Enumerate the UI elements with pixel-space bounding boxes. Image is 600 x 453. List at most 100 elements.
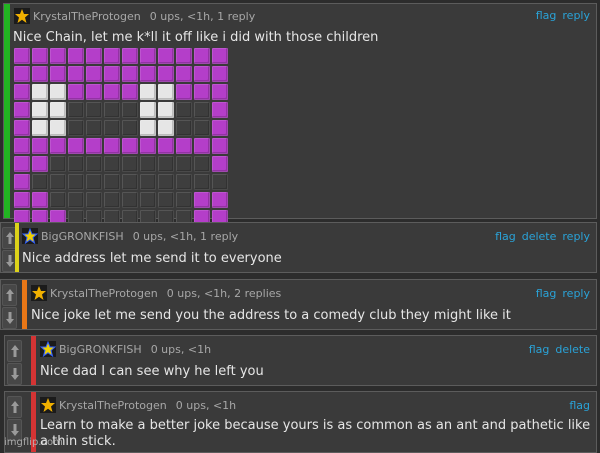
user-avatar[interactable]: [14, 8, 30, 24]
pixel-cell: [194, 156, 210, 172]
reply-link[interactable]: reply: [562, 230, 590, 243]
user-avatar[interactable]: [40, 397, 56, 413]
user-avatar[interactable]: [39, 340, 57, 358]
username-link[interactable]: KrystalTheProtogen: [59, 399, 167, 412]
pixel-cell: [50, 120, 66, 136]
pixel-cell: [122, 66, 138, 82]
comment-text: Nice Chain, let me k*ll it off like i di…: [13, 30, 379, 45]
pixel-cell: [68, 138, 84, 154]
pixel-cell: [104, 156, 120, 172]
arrow-up-icon: [10, 401, 19, 413]
pixel-cell: [14, 84, 30, 100]
pixel-cell: [176, 120, 192, 136]
pixel-cell: [176, 192, 192, 208]
pixel-cell: [86, 84, 102, 100]
pixel-cell: [140, 174, 156, 190]
flag-link[interactable]: flag: [536, 9, 557, 22]
thread-bar-orange: [22, 280, 27, 329]
comment-actions: flag delete: [523, 343, 590, 356]
pixel-cell: [194, 48, 210, 64]
pixel-cell: [194, 66, 210, 82]
comment-text: Nice dad I can see why he left you: [40, 364, 264, 379]
pixel-art-image: [14, 48, 228, 226]
pixel-cell: [104, 174, 120, 190]
username-link[interactable]: BigGRONKFISH: [59, 343, 142, 356]
pixel-cell: [32, 84, 48, 100]
pixel-cell: [122, 84, 138, 100]
pixel-cell: [158, 156, 174, 172]
pixel-cell: [32, 174, 48, 190]
comment-4: BigGRONKFISH 0 ups, <1h flag delete Nice …: [4, 335, 597, 386]
pixel-cell: [122, 102, 138, 118]
pixel-cell: [50, 174, 66, 190]
comment-1: KrystalTheProtogen 0 ups, <1h, 1 reply f…: [3, 3, 597, 226]
comment-header: KrystalTheProtogen 0 ups, <1h, 2 replies: [31, 285, 281, 301]
pixel-cell: [212, 66, 228, 82]
imgflip-watermark: imgflip.com: [4, 437, 63, 448]
downvote-button[interactable]: [7, 363, 22, 385]
comment-3: KrystalTheProtogen 0 ups, <1h, 2 replies…: [0, 279, 597, 330]
arrow-down-icon: [5, 255, 14, 267]
delete-link[interactable]: delete: [522, 230, 557, 243]
pixel-cell: [32, 120, 48, 136]
username-link[interactable]: BigGRONKFISH: [41, 230, 124, 243]
upvote-button[interactable]: [7, 340, 22, 362]
pixel-cell: [212, 48, 228, 64]
pixel-cell: [140, 66, 156, 82]
upvote-button[interactable]: [2, 284, 17, 306]
pixel-cell: [50, 102, 66, 118]
pixel-cell: [14, 66, 30, 82]
pixel-cell: [176, 84, 192, 100]
pixel-cell: [212, 120, 228, 136]
username-link[interactable]: KrystalTheProtogen: [50, 287, 158, 300]
flag-link[interactable]: flag: [495, 230, 516, 243]
flag-link[interactable]: flag: [536, 287, 557, 300]
pixel-cell: [14, 174, 30, 190]
pixel-cell: [158, 66, 174, 82]
pixel-cell: [194, 102, 210, 118]
comment-meta: 0 ups, <1h, 1 reply: [149, 9, 256, 23]
pixel-cell: [212, 84, 228, 100]
star-icon: [39, 340, 57, 358]
user-avatar[interactable]: [31, 285, 47, 301]
username-link[interactable]: KrystalTheProtogen: [33, 10, 141, 23]
pixel-cell: [176, 102, 192, 118]
comment-meta: 0 ups, <1h, 1 reply: [132, 229, 239, 243]
comment-header: KrystalTheProtogen 0 ups, <1h, 1 reply: [14, 8, 255, 24]
pixel-cell: [140, 102, 156, 118]
pixel-cell: [158, 138, 174, 154]
user-avatar[interactable]: [21, 227, 39, 245]
pixel-cell: [104, 48, 120, 64]
comment-meta: 0 ups, <1h, 2 replies: [166, 286, 282, 300]
pixel-cell: [104, 102, 120, 118]
pixel-cell: [176, 174, 192, 190]
pixel-cell: [122, 192, 138, 208]
comment-meta: 0 ups, <1h: [150, 342, 212, 356]
upvote-button[interactable]: [7, 396, 22, 418]
pixel-cell: [86, 138, 102, 154]
pixel-cell: [176, 48, 192, 64]
reply-link[interactable]: reply: [562, 9, 590, 22]
comment-text: Learn to make a better joke because your…: [40, 418, 591, 449]
pixel-cell: [212, 174, 228, 190]
pixel-cell: [50, 156, 66, 172]
arrow-up-icon: [10, 345, 19, 357]
flag-link[interactable]: flag: [529, 343, 550, 356]
pixel-cell: [14, 138, 30, 154]
pixel-cell: [104, 120, 120, 136]
downvote-button[interactable]: [2, 307, 17, 329]
arrow-up-icon: [5, 232, 14, 244]
pixel-cell: [68, 84, 84, 100]
pixel-cell: [176, 66, 192, 82]
pixel-cell: [140, 138, 156, 154]
pixel-cell: [86, 174, 102, 190]
pixel-cell: [68, 48, 84, 64]
star-icon: [21, 227, 39, 245]
pixel-cell: [50, 66, 66, 82]
star-icon: [41, 398, 55, 412]
pixel-cell: [122, 48, 138, 64]
flag-link[interactable]: flag: [569, 399, 590, 412]
pixel-cell: [86, 48, 102, 64]
reply-link[interactable]: reply: [562, 287, 590, 300]
delete-link[interactable]: delete: [555, 343, 590, 356]
